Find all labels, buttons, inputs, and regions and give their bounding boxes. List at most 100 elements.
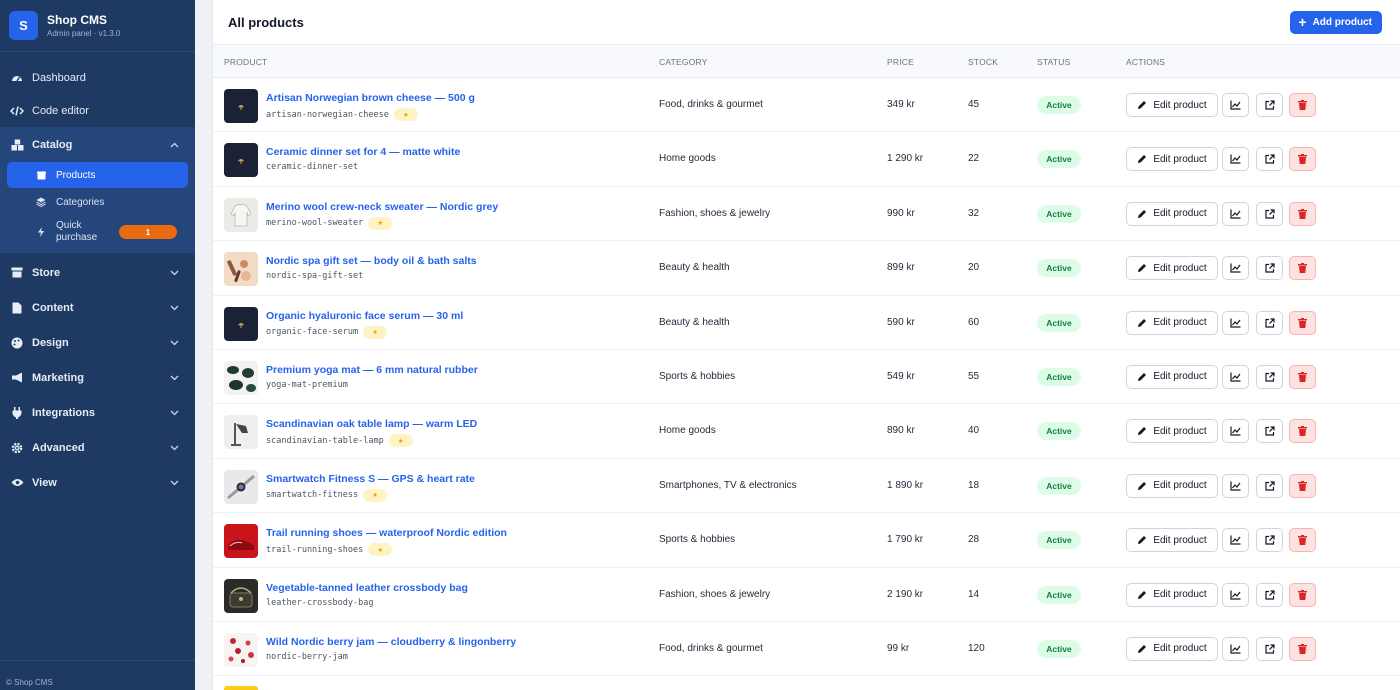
delete-product-button[interactable] [1289,310,1316,335]
statistics-button[interactable] [1222,256,1249,281]
edit-product-button[interactable]: Edit product [1126,201,1218,226]
open-external-button[interactable] [1256,419,1283,444]
open-external-button[interactable] [1256,582,1283,607]
sidebar-item-quick-purchase[interactable]: Quick purchase 1 [7,215,188,249]
sidebar-item-products[interactable]: Products [7,162,188,188]
statistics-button[interactable] [1222,636,1249,661]
open-external-button[interactable] [1256,201,1283,226]
delete-product-button[interactable] [1289,419,1316,444]
external-link-icon [1264,481,1275,491]
product-category: Food, drinks & gourmet [659,642,763,654]
delete-product-button[interactable] [1289,528,1316,553]
product-category: Home goods [659,153,716,165]
statistics-button[interactable] [1222,582,1249,607]
product-name-link[interactable]: Ceramic dinner set for 4 — matte white [266,146,460,158]
product-price: 1 890 kr [887,479,924,491]
table-row: Trail running shoes — waterproof Nordic … [213,513,1400,568]
product-name-link[interactable]: Vegetable-tanned leather crossbody bag [266,582,468,594]
product-slug-text: artisan-norwegian-cheese [266,109,389,120]
delete-product-button[interactable] [1289,582,1316,607]
sidebar-item-store[interactable]: Store [0,255,195,290]
trash-icon [1298,100,1307,110]
code-icon [10,104,24,118]
product-name-link[interactable]: Premium yoga mat — 6 mm natural rubber [266,364,478,376]
product-stock: 18 [968,479,980,491]
edit-product-label: Edit product [1153,425,1207,437]
sidebar-item-code-editor[interactable]: Code editor [0,94,195,127]
sidebar-item-view[interactable]: View [0,465,195,500]
boxes-icon [10,138,24,152]
sidebar-item-integrations[interactable]: Integrations [0,395,195,430]
edit-product-button[interactable]: Edit product [1126,582,1218,607]
open-external-button[interactable] [1256,310,1283,335]
edit-product-button[interactable]: Edit product [1126,310,1218,335]
edit-product-label: Edit product [1153,317,1207,329]
edit-product-button[interactable]: Edit product [1126,473,1218,498]
product-name-link[interactable]: Merino wool crew-neck sweater — Nordic g… [266,201,498,213]
table-row: Nordic spa gift set — body oil & bath sa… [213,241,1400,296]
sidebar-item-design[interactable]: Design [0,325,195,360]
edit-product-button[interactable]: Edit product [1126,256,1218,281]
delete-product-button[interactable] [1289,364,1316,389]
delete-product-button[interactable] [1289,473,1316,498]
sidebar-item-advanced[interactable]: Advanced [0,430,195,465]
status-badge: Active [1037,96,1081,114]
open-external-button[interactable] [1256,473,1283,498]
product-name-link[interactable]: Trail running shoes — waterproof Nordic … [266,527,507,539]
delete-product-button[interactable] [1289,147,1316,172]
statistics-button[interactable] [1222,147,1249,172]
sidebar-item-catalog[interactable]: Catalog [0,127,195,162]
statistics-button[interactable] [1222,201,1249,226]
edit-product-button[interactable]: Edit product [1126,528,1218,553]
bolt-icon [36,227,46,237]
open-external-button[interactable] [1256,147,1283,172]
open-external-button[interactable] [1256,636,1283,661]
delete-product-button[interactable] [1289,201,1316,226]
open-external-button[interactable] [1256,364,1283,389]
statistics-button[interactable] [1222,528,1249,553]
product-name-link[interactable]: Smartwatch Fitness S — GPS & heart rate [266,473,475,485]
statistics-button[interactable] [1222,473,1249,498]
product-thumbnail [224,686,258,690]
table-row: Premium yoga mat — 6 mm natural rubber y… [213,350,1400,405]
product-name-link[interactable]: Scandinavian oak table lamp — warm LED [266,418,477,430]
sidebar-item-content[interactable]: Content [0,290,195,325]
brand[interactable]: S Shop CMS Admin panel · v1.3.0 [0,0,195,52]
chevron-down-icon [169,338,179,348]
table-row: Organic hyaluronic face serum — 30 ml or… [213,296,1400,350]
open-external-button[interactable] [1256,528,1283,553]
edit-product-button[interactable]: Edit product [1126,93,1218,117]
open-external-button[interactable] [1256,256,1283,281]
edit-product-button[interactable]: Edit product [1126,364,1218,389]
sidebar-item-marketing[interactable]: Marketing [0,360,195,395]
edit-product-button[interactable]: Edit product [1126,147,1218,172]
edit-product-button[interactable]: Edit product [1126,636,1218,661]
product-name-link[interactable]: Wild Nordic berry jam — cloudberry & lin… [266,636,516,648]
statistics-button[interactable] [1222,419,1249,444]
table-row: Artisan Norwegian brown cheese — 500 g a… [213,78,1400,133]
product-name-link[interactable]: Organic hyaluronic face serum — 30 ml [266,310,463,322]
external-link-icon [1264,263,1275,273]
edit-product-label: Edit product [1153,534,1207,546]
chart-line-icon [1230,644,1241,654]
dashboard-icon [10,71,24,85]
sidebar-item-dashboard[interactable]: Dashboard [0,61,195,94]
edit-product-button[interactable]: Edit product [1126,419,1218,444]
delete-product-button[interactable] [1289,93,1316,117]
sidebar-item-categories[interactable]: Categories [7,189,188,215]
product-name-link[interactable]: Nordic spa gift set — body oil & bath sa… [266,255,477,267]
statistics-button[interactable] [1222,310,1249,335]
product-stock: 40 [968,425,980,437]
sidebar-item-label: Catalog [32,138,73,151]
delete-product-button[interactable] [1289,256,1316,281]
sidebar-item-label: Integrations [32,406,95,419]
product-stock: 20 [968,262,980,274]
quick-purchase-count-badge: 1 [119,225,177,239]
add-product-button[interactable]: + Add product [1290,10,1382,34]
open-external-button[interactable] [1256,93,1283,117]
product-thumbnail [224,415,258,450]
statistics-button[interactable] [1222,93,1249,117]
product-name-link[interactable]: Artisan Norwegian brown cheese — 500 g [266,92,475,104]
statistics-button[interactable] [1222,364,1249,389]
delete-product-button[interactable] [1289,636,1316,661]
